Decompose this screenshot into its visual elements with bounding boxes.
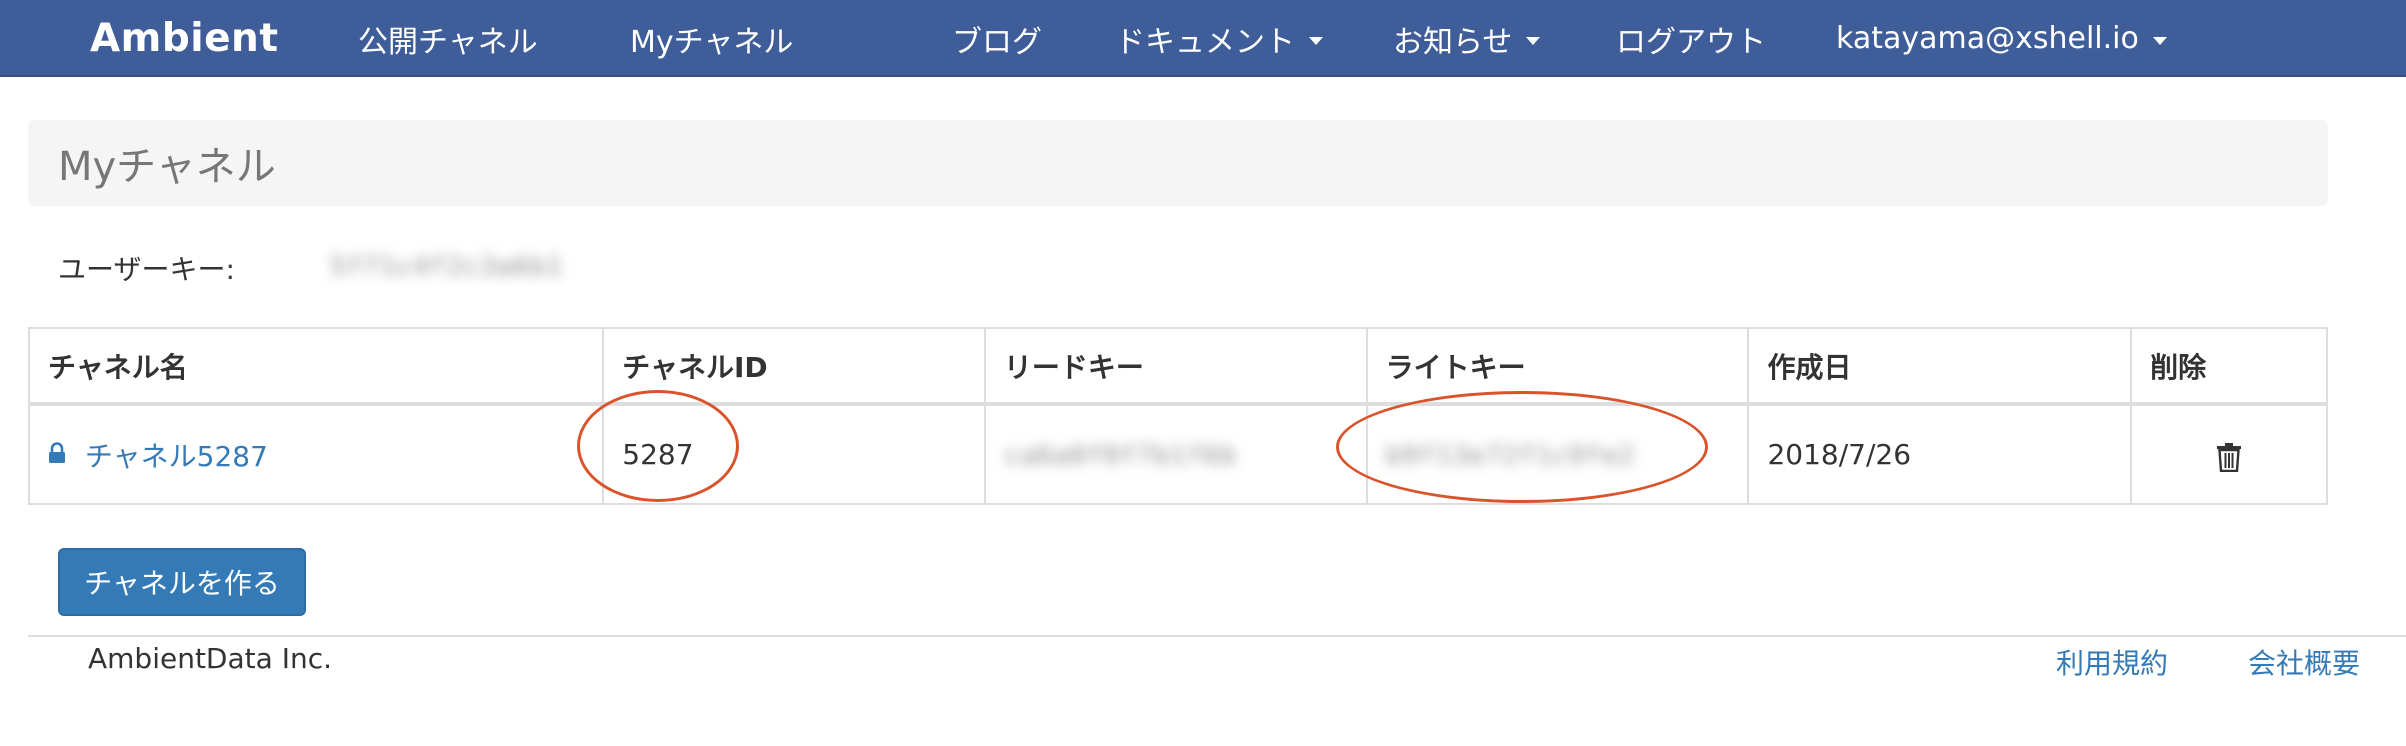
footer-company-info-link[interactable]: 会社概要 xyxy=(2248,642,2360,682)
nav-documents-label: ドキュメント xyxy=(1115,24,1295,60)
header-created-date: 作成日 xyxy=(1747,327,2133,406)
read-key-value: ca6a0f0f7b1f6b xyxy=(1003,441,1237,471)
trash-icon[interactable] xyxy=(2216,442,2242,479)
channel-id-value: 5287 xyxy=(622,438,694,471)
table-row: チャネル5287 5287 ca6a0f0f7b1f6b b9f13e72f1c… xyxy=(27,390,2328,505)
nav-news-dropdown[interactable]: お知らせ xyxy=(1393,0,1541,77)
cell-created-date: 2018/7/26 xyxy=(1747,403,2133,505)
user-key-value: 5f71c4f2c3a6b1 xyxy=(330,252,564,282)
caret-down-icon xyxy=(1526,36,1541,45)
nav-news-label: お知らせ xyxy=(1393,24,1513,60)
footer-divider xyxy=(28,635,2406,637)
header-channel-id: チャネルID xyxy=(602,327,986,406)
user-key-label: ユーザーキー: xyxy=(58,253,235,286)
footer-company-name: AmbientData Inc. xyxy=(88,642,332,675)
nav-documents-dropdown[interactable]: ドキュメント xyxy=(1115,0,1323,77)
header-delete: 削除 xyxy=(2130,327,2328,406)
caret-down-icon xyxy=(1309,36,1323,45)
nav-logout[interactable]: ログアウト xyxy=(1616,0,1766,77)
cell-channel-name: チャネル5287 xyxy=(27,403,605,505)
lock-icon xyxy=(48,438,66,471)
cell-write-key: b9f13e72f1c9fe2 xyxy=(1335,391,1750,505)
table-header-row: チャネル名 チャネルID リードキー ライトキー 作成日 削除 xyxy=(27,327,2328,406)
brand-logo-link[interactable]: Ambient xyxy=(90,0,278,77)
channel-name-link[interactable]: チャネル5287 xyxy=(85,440,268,473)
header-read-key: リードキー xyxy=(983,327,1368,406)
cell-read-key: ca6a0f0f7b1f6b xyxy=(983,403,1368,505)
page-header: Myチャネル xyxy=(28,120,2328,206)
nav-account-dropdown[interactable]: katayama@xshell.io xyxy=(1836,0,2167,77)
page-title: Myチャネル xyxy=(58,144,276,190)
channels-table: チャネル名 チャネルID リードキー ライトキー 作成日 削除 チャネル5287 xyxy=(27,327,2328,505)
nav-blog[interactable]: ブログ xyxy=(952,0,1042,77)
create-channel-button[interactable]: チャネルを作る xyxy=(58,548,306,616)
footer-terms-link[interactable]: 利用規約 xyxy=(2056,642,2168,682)
caret-down-icon xyxy=(2152,36,2167,45)
top-navbar: Ambient 公開チャネル Myチャネル ブログ ドキュメント お知らせ ログ… xyxy=(0,0,2406,77)
nav-my-channels[interactable]: Myチャネル xyxy=(630,0,793,77)
cell-delete xyxy=(2130,403,2328,505)
user-key-value-wrap: 5f71c4f2c3a6b1 xyxy=(330,252,563,282)
cell-channel-id: 5287 xyxy=(577,390,986,505)
nav-account-email: katayama@xshell.io xyxy=(1836,21,2139,56)
nav-public-channels[interactable]: 公開チャネル xyxy=(358,0,538,77)
header-channel-name: チャネル名 xyxy=(27,327,605,406)
header-write-key: ライトキー xyxy=(1365,327,1750,406)
write-key-value: b9f13e72f1c9fe2 xyxy=(1385,441,1636,471)
